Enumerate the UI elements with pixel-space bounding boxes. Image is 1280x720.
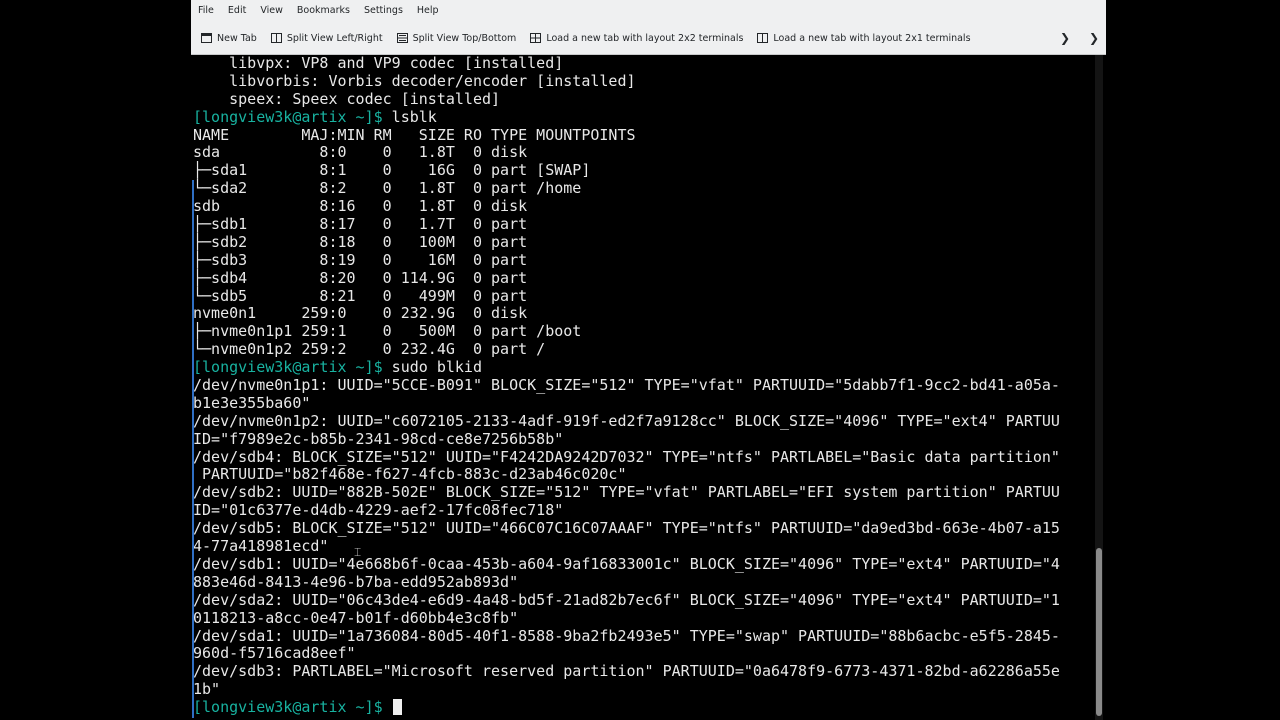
prompt-line: [longview3k@artix ~]$ sudo blkid (193, 358, 1060, 377)
terminal-line: ID="f7989e2c-b85b-2341-98cd-ce8e7256b58b… (193, 429, 564, 448)
terminal-line: 0118213-a8cc-0e47-b01f-d60bb4e3c8fb" (193, 608, 519, 627)
terminal-line: 1b" (193, 680, 221, 699)
terminal-line: /dev/sda1: UUID="1a736084-80d5-40f1-8588… (193, 626, 1060, 645)
text-cursor (392, 699, 402, 716)
terminal-line: 960d-f5716cad8eef" (193, 644, 356, 663)
menu-file[interactable]: File (191, 0, 221, 22)
terminal-line: libvpx: VP8 and VP9 codec [installed] (193, 55, 564, 72)
menu-bookmarks[interactable]: Bookmarks (290, 0, 357, 22)
shell-prompt: [longview3k@artix ~]$ (193, 358, 383, 377)
terminal-line: NAME MAJ:MIN RM SIZE RO TYPE MOUNTPOINTS (193, 125, 636, 144)
terminal-line: /dev/sdb5: BLOCK_SIZE="512" UUID="466C07… (193, 519, 1060, 538)
terminal-line: ├─sdb1 8:17 0 1.7T 0 part (193, 215, 528, 234)
menu-view[interactable]: View (253, 0, 290, 22)
scrollbar-thumb[interactable] (1096, 548, 1102, 716)
layout-2x2-button[interactable]: Load a new tab with layout 2x2 terminals (530, 33, 743, 44)
chevron-right-icon[interactable]: ❯ (1060, 31, 1070, 45)
shell-prompt: [longview3k@artix ~]$ (193, 698, 383, 717)
new-tab-label: New Tab (217, 32, 257, 44)
terminal-line: └─sda2 8:2 0 1.8T 0 part /home (193, 179, 582, 198)
split-top-bottom-button[interactable]: Split View Top/Bottom (396, 32, 517, 44)
layout-2x2-label: Load a new tab with layout 2x2 terminals (546, 32, 744, 44)
terminal-line: 4-77a418981ecd" (193, 537, 329, 556)
toolbar: New Tab Split View Left/Right Split View… (191, 22, 1106, 55)
terminal-line: ├─sda1 8:1 0 16G 0 part [SWAP] (193, 161, 591, 180)
terminal-line: nvme0n1 259:0 0 232.9G 0 disk (193, 304, 528, 323)
menu-edit[interactable]: Edit (221, 0, 253, 22)
terminal-line: ID="01c6377e-d4db-4229-aef2-17fc08fec718… (193, 501, 564, 520)
columns-layout-icon (757, 33, 769, 43)
prompt-line: [longview3k@artix ~]$ lsblk (193, 107, 1060, 127)
split-left-right-button[interactable]: Split View Left/Right (270, 32, 383, 44)
terminal-line: /dev/sdb3: PARTLABEL="Microsoft reserved… (193, 662, 1060, 681)
new-tab-icon (201, 33, 212, 43)
shell-command (383, 698, 392, 716)
menubar: File Edit View Bookmarks Settings Help (191, 0, 1106, 22)
terminal-line: /dev/sdb2: UUID="882B-502E" BLOCK_SIZE="… (193, 483, 1060, 502)
terminal-line: ├─sdb2 8:18 0 100M 0 part (193, 232, 528, 251)
terminal-line: /dev/sdb4: BLOCK_SIZE="512" UUID="F4242D… (193, 447, 1060, 466)
split-left-right-label: Split View Left/Right (286, 32, 383, 44)
terminal-line: libvorbis: Vorbis decoder/encoder [insta… (193, 71, 636, 90)
grid-layout-icon (530, 33, 542, 43)
terminal-line: PARTUUID="b82f468e-f627-4fcb-883c-d23ab4… (193, 465, 627, 484)
terminal-line: speex: Speex codec [installed] (193, 89, 501, 108)
split-top-bottom-label: Split View Top/Bottom (412, 32, 517, 44)
terminal-output: libvpx: VP8 and VP9 codec [installed] li… (193, 55, 1060, 717)
terminal-line: /dev/nvme0n1p1: UUID="5CCE-B091" BLOCK_S… (193, 376, 1060, 395)
new-tab-button[interactable]: New Tab (201, 33, 257, 44)
terminal-line: b1e3e355ba60" (193, 393, 311, 412)
ibeam-cursor-icon: ⌶ (354, 545, 362, 559)
terminal-line: /dev/sda2: UUID="06c43de4-e6d9-4a48-bd5f… (193, 590, 1060, 609)
layout-2x1-label: Load a new tab with layout 2x1 terminals (773, 32, 971, 44)
shell-prompt: [longview3k@artix ~]$ (193, 107, 383, 126)
terminal-line: 883e46d-8413-4e96-b7ba-edd952ab893d" (193, 572, 519, 591)
terminal-line: ├─nvme0n1p1 259:1 0 500M 0 part /boot (193, 322, 582, 341)
terminal-view[interactable]: libvpx: VP8 and VP9 codec [installed] li… (191, 55, 1096, 720)
terminal-line: └─sdb5 8:21 0 499M 0 part (193, 286, 528, 305)
shell-command: sudo blkid (382, 358, 482, 377)
selection-guide-line (192, 180, 194, 718)
split-horizontal-icon (396, 33, 408, 43)
terminal-line: ├─sdb3 8:19 0 16M 0 part (193, 250, 528, 269)
menu-help[interactable]: Help (410, 0, 446, 22)
layout-2x1-button[interactable]: Load a new tab with layout 2x1 terminals (757, 32, 971, 44)
terminal-line: /dev/sdb1: UUID="4e668b6f-0caa-453b-a604… (193, 554, 1060, 573)
menu-settings[interactable]: Settings (357, 0, 410, 22)
terminal-line: ├─sdb4 8:20 0 114.9G 0 part (193, 268, 528, 287)
chevron-right-icon[interactable]: ❯ (1089, 31, 1099, 45)
terminal-line: /dev/nvme0n1p2: UUID="c6072105-2133-4adf… (193, 411, 1060, 430)
terminal-line: sdb 8:16 0 1.8T 0 disk (193, 197, 528, 216)
terminal-line: └─nvme0n1p2 259:2 0 232.4G 0 part / (193, 340, 546, 359)
prompt-line: [longview3k@artix ~]$ (193, 698, 1060, 717)
shell-command: lsblk (382, 107, 437, 126)
split-vertical-icon (270, 33, 282, 43)
terminal-line: sda 8:0 0 1.8T 0 disk (193, 143, 528, 162)
konsole-window: File Edit View Bookmarks Settings Help N… (191, 0, 1106, 720)
